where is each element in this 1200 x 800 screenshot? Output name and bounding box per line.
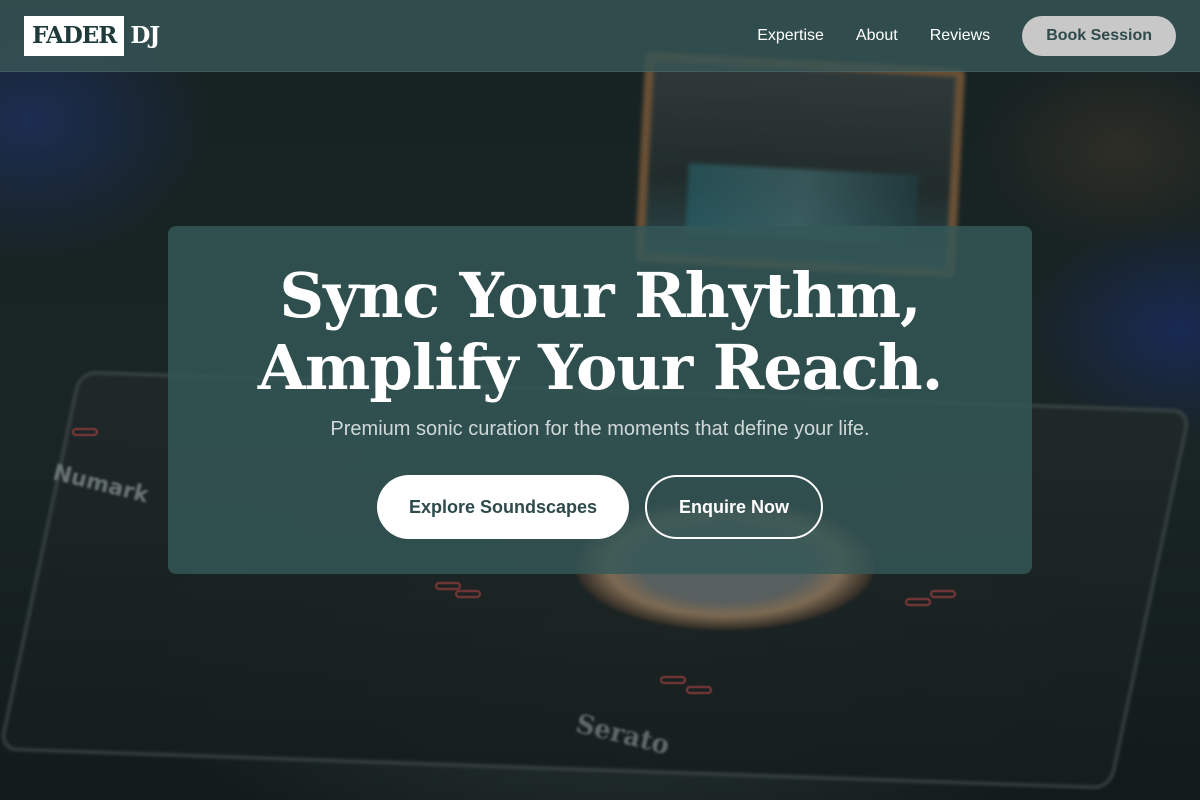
nav-link-expertise[interactable]: Expertise bbox=[757, 27, 824, 45]
site-logo[interactable]: FADER DJ bbox=[24, 15, 160, 56]
nav-link-about[interactable]: About bbox=[856, 27, 898, 45]
logo-box-text: FADER bbox=[24, 15, 125, 56]
logo-suffix-text: DJ bbox=[130, 22, 160, 49]
nav-menu: Expertise About Reviews bbox=[757, 27, 990, 45]
hero-subtitle: Premium sonic curation for the moments t… bbox=[330, 418, 870, 440]
enquire-now-button[interactable]: Enquire Now bbox=[645, 475, 824, 539]
hero-title-line-2: Amplify Your Reach. bbox=[257, 331, 944, 404]
explore-soundscapes-button[interactable]: Explore Soundscapes bbox=[376, 475, 630, 539]
nav-link-reviews[interactable]: Reviews bbox=[930, 27, 990, 45]
top-navbar: FADER DJ Expertise About Reviews Book Se… bbox=[0, 0, 1200, 72]
book-session-button[interactable]: Book Session bbox=[1022, 15, 1176, 56]
hero-card: Sync Your Rhythm, Amplify Your Reach. Pr… bbox=[168, 226, 1032, 574]
hero-title: Sync Your Rhythm, Amplify Your Reach. bbox=[168, 260, 1032, 404]
hero-actions: Explore Soundscapes Enquire Now bbox=[168, 475, 1032, 539]
hero-title-line-1: Sync Your Rhythm, bbox=[279, 259, 921, 332]
